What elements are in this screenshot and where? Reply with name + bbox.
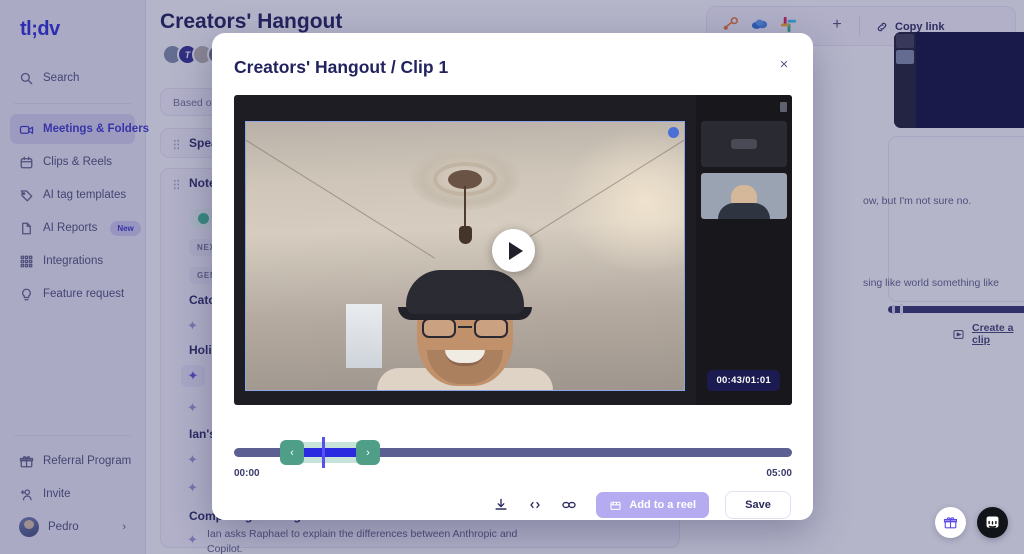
timeline-playhead[interactable] xyxy=(322,437,325,468)
download-icon[interactable] xyxy=(492,496,510,514)
save-button[interactable]: Save xyxy=(725,491,791,519)
participant-thumbnails xyxy=(696,95,792,405)
window xyxy=(346,304,382,368)
person-hat xyxy=(406,270,524,314)
trim-handle-right[interactable]: › xyxy=(356,440,380,465)
timeline-end-time: 05:00 xyxy=(766,468,792,479)
clip-timeline[interactable]: ‹ › 00:00 05:00 xyxy=(234,437,792,479)
trim-handle-left[interactable]: ‹ xyxy=(280,440,304,465)
modal-action-bar: Add to a reel Save xyxy=(492,491,791,519)
light-glow xyxy=(561,126,684,276)
rewards-fab-button[interactable] xyxy=(935,507,966,538)
video-time-badge: 00:43/01:01 xyxy=(707,370,780,391)
participant-thumbnail[interactable] xyxy=(701,173,787,219)
pendant-rod xyxy=(464,186,466,230)
ceiling-edge xyxy=(246,136,436,259)
app-root: Creators' Hangout ★ Based on Speakers No… xyxy=(0,0,1024,554)
play-button[interactable] xyxy=(492,229,535,272)
code-embed-icon[interactable] xyxy=(526,496,544,514)
participant-thumbnail[interactable] xyxy=(701,121,787,167)
save-label: Save xyxy=(745,499,771,511)
person-glasses xyxy=(422,318,508,338)
add-to-reel-label: Add to a reel xyxy=(629,499,696,511)
video-main-stage xyxy=(245,121,685,391)
add-to-reel-button[interactable]: Add to a reel xyxy=(596,492,709,518)
timeline-start-time: 00:00 xyxy=(234,468,260,479)
thumbnail-badge-icon xyxy=(780,102,787,112)
video-status-dot xyxy=(668,127,679,138)
clip-editor-modal: Creators' Hangout / Clip 1 × 00:43/01:01… xyxy=(212,33,813,520)
intercom-chat-button[interactable] xyxy=(977,507,1008,538)
close-icon[interactable]: × xyxy=(775,56,793,74)
modal-title: Creators' Hangout / Clip 1 xyxy=(234,57,449,77)
video-player[interactable]: 00:43/01:01 xyxy=(234,95,792,405)
reel-icon xyxy=(609,499,622,512)
link-icon[interactable] xyxy=(560,496,578,514)
